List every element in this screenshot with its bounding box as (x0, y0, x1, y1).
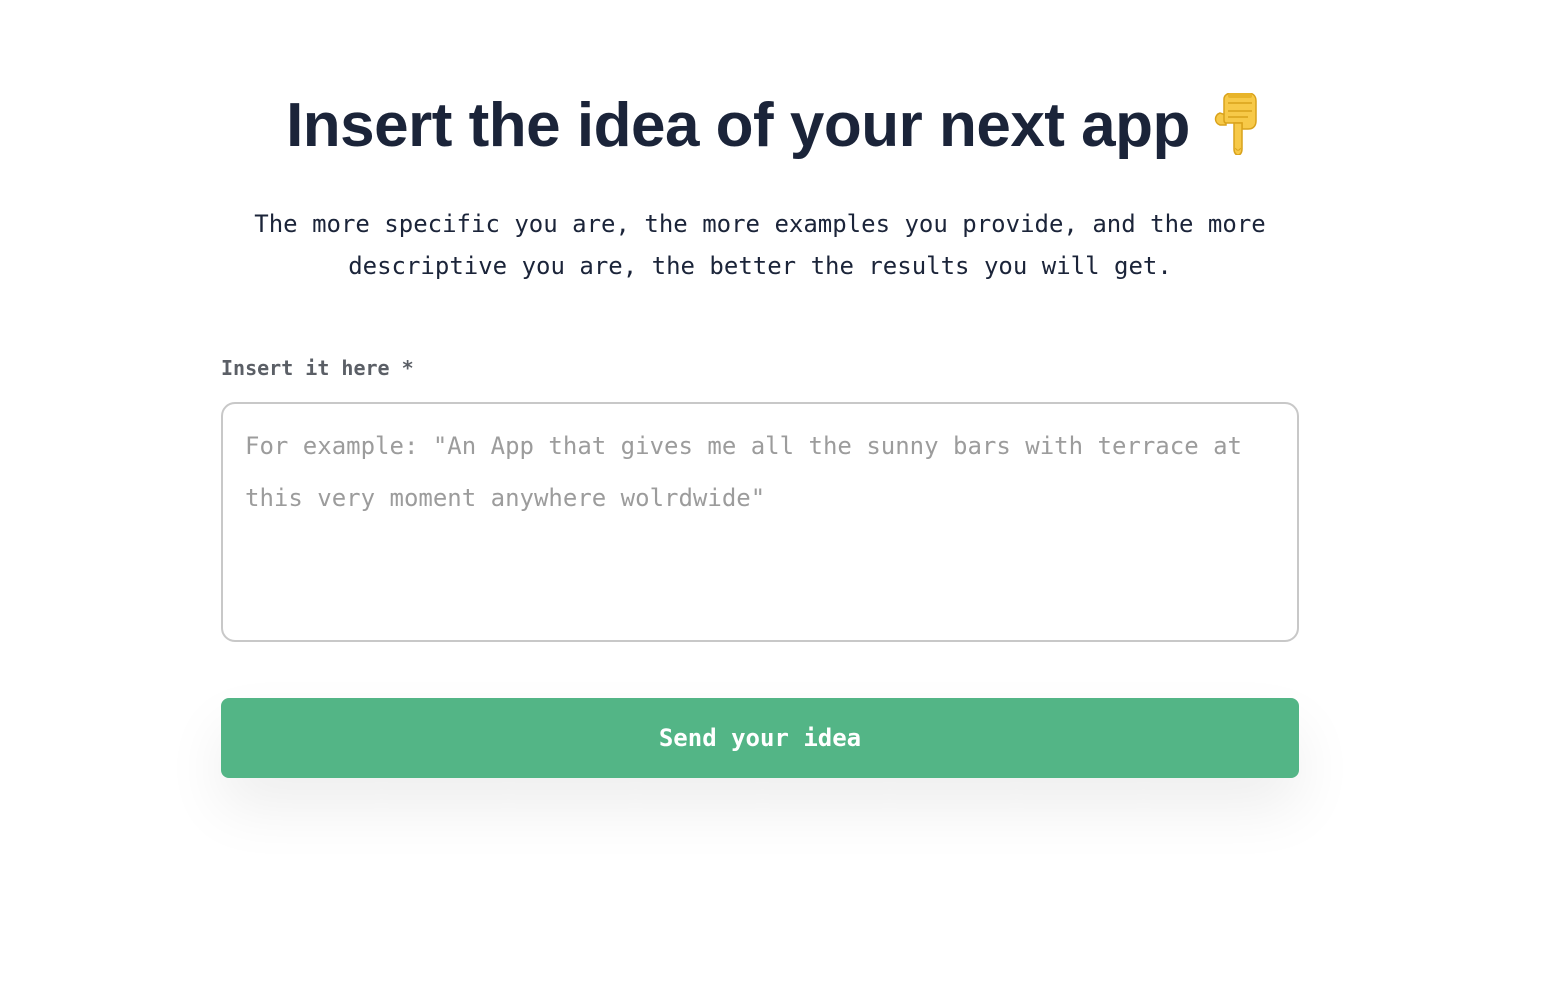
idea-textarea[interactable] (221, 402, 1299, 642)
page-title: Insert the idea of your next app (286, 91, 1190, 160)
page-subtitle: The more specific you are, the more exam… (254, 210, 1266, 280)
backhand-index-pointing-down-icon (1214, 93, 1257, 155)
idea-field-label: Insert it here * (221, 356, 414, 380)
page-header: Insert the idea of your next app (0, 84, 1544, 168)
send-idea-button[interactable]: Send your idea (221, 698, 1299, 778)
idea-form-page: Insert the idea of your next app The mor… (0, 0, 1544, 988)
